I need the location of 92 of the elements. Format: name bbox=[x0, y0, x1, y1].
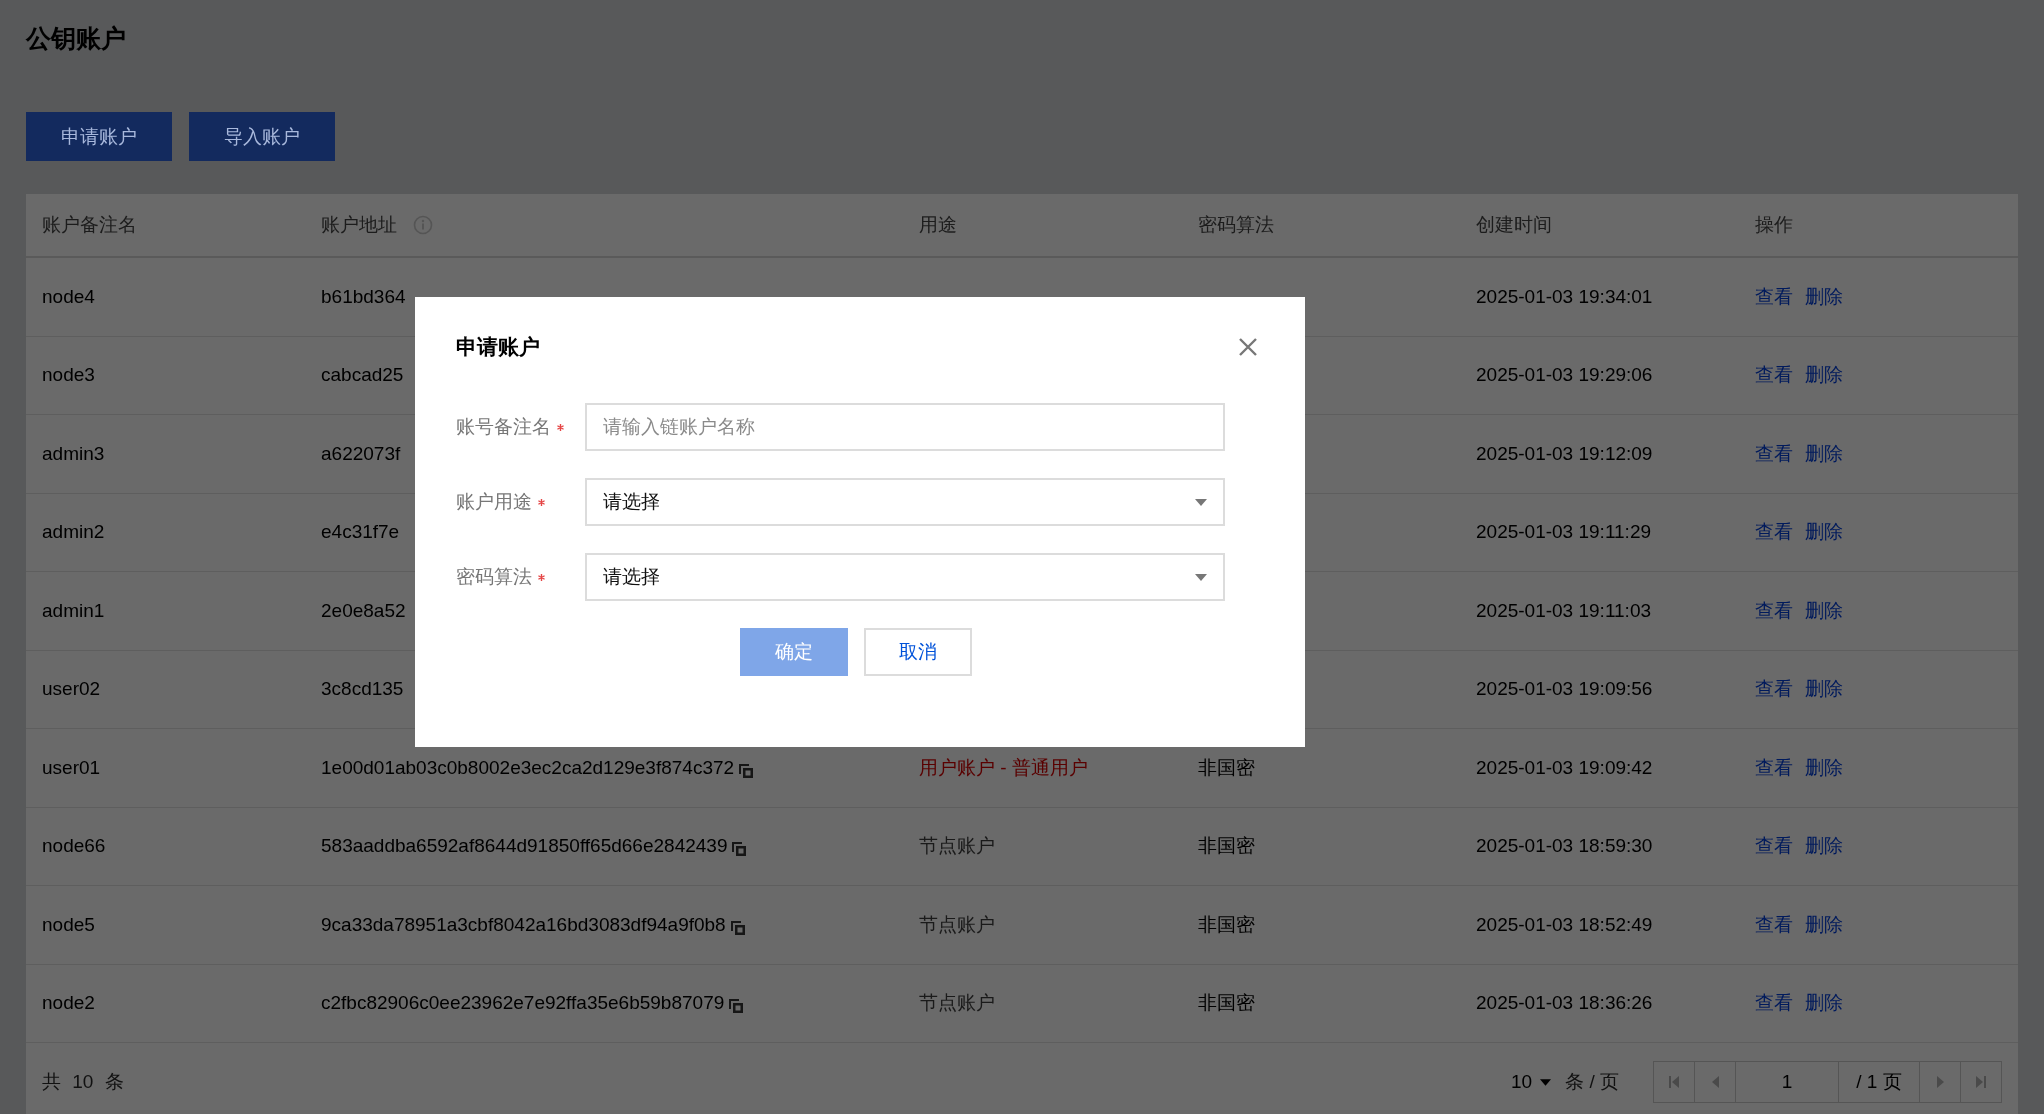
table-cell: 2025-01-03 18:52:49 bbox=[1476, 913, 1653, 936]
action-link[interactable]: 查看 bbox=[1755, 833, 1793, 860]
page-title: 公钥账户 bbox=[26, 23, 126, 54]
table-cell: user02 bbox=[42, 678, 101, 701]
toolbar-button[interactable]: 申请账户 bbox=[26, 112, 172, 161]
table-cell: 2025-01-03 18:59:30 bbox=[1476, 835, 1653, 858]
address-text: c2fbc82906c0ee23962e7e92ffa35e6b59b87079 bbox=[321, 992, 725, 1015]
table-cell-text: 非国密 bbox=[1198, 991, 1255, 1016]
action-link[interactable]: 删除 bbox=[1805, 597, 1843, 624]
column-header: 用途 bbox=[919, 213, 957, 237]
table-cell: user01 bbox=[42, 756, 101, 779]
field-label: 账户用途 bbox=[456, 490, 532, 514]
action-link[interactable]: 查看 bbox=[1755, 676, 1793, 703]
next-page-icon bbox=[1936, 1076, 1944, 1088]
action-link[interactable]: 删除 bbox=[1805, 833, 1843, 860]
copy-icon[interactable] bbox=[731, 841, 748, 858]
action-link[interactable]: 删除 bbox=[1805, 362, 1843, 389]
table-cell: 2025-01-03 19:34:01 bbox=[1476, 285, 1653, 308]
table-cell: node3 bbox=[42, 364, 95, 387]
address-text: cabcad25 bbox=[321, 364, 404, 387]
address-text: 2e0e8a52 bbox=[321, 599, 406, 622]
table-cell-text: 非国密 bbox=[1198, 912, 1255, 937]
field-label: 密码算法 bbox=[456, 565, 532, 589]
first-page-icon bbox=[1669, 1076, 1679, 1088]
table-cell: admin1 bbox=[42, 599, 105, 622]
table-cell: 2025-01-03 19:29:06 bbox=[1476, 364, 1653, 387]
table-cell: node2 bbox=[42, 992, 95, 1015]
address-text: 3c8cd135 bbox=[321, 678, 404, 701]
action-link[interactable]: 删除 bbox=[1805, 911, 1843, 938]
prev-page-icon bbox=[1711, 1076, 1719, 1088]
column-header: 创建时间 bbox=[1476, 213, 1552, 237]
caret-icon bbox=[1540, 1078, 1552, 1086]
address-text: 1e00d01ab03c0b8002e3ec2ca2d129e3f874c372 bbox=[321, 756, 735, 779]
address-text: a622073f bbox=[321, 442, 401, 465]
column-header: 账户备注名 bbox=[42, 213, 137, 237]
table-cell-text: 节点账户 bbox=[919, 991, 995, 1016]
action-link[interactable]: 查看 bbox=[1755, 283, 1793, 310]
table-cell-text: 非国密 bbox=[1198, 755, 1255, 780]
table-cell: 2025-01-03 19:12:09 bbox=[1476, 442, 1653, 465]
copy-icon[interactable] bbox=[738, 762, 755, 779]
toolbar-button[interactable]: 导入账户 bbox=[189, 112, 335, 161]
field-label: 账号备注名 bbox=[456, 415, 551, 439]
action-link[interactable]: 查看 bbox=[1755, 597, 1793, 624]
action-link[interactable]: 删除 bbox=[1805, 990, 1843, 1017]
page-input[interactable]: 1 bbox=[1736, 1062, 1839, 1102]
column-header: 账户地址 bbox=[321, 213, 397, 237]
table-cell: node66 bbox=[42, 835, 106, 858]
caret-icon bbox=[1195, 573, 1207, 581]
table-cell: 2025-01-03 19:11:03 bbox=[1476, 599, 1652, 622]
address-text: 9ca33da78951a3cbf8042a16bd3083df94a9f0b8 bbox=[321, 913, 726, 936]
address-text: 583aaddba6592af8644d91850ff65d66e2842439 bbox=[321, 835, 728, 858]
cancel-button[interactable]: 取消 bbox=[863, 628, 972, 676]
table-cell-text: 非国密 bbox=[1198, 834, 1255, 859]
input-field[interactable]: 请输入链账户名称 bbox=[585, 403, 1225, 451]
table-cell: admin3 bbox=[42, 442, 105, 465]
copy-icon[interactable] bbox=[729, 919, 746, 936]
column-header: 操作 bbox=[1755, 213, 1793, 237]
table-cell-text: 用户账户 - 普通用户 bbox=[919, 755, 1088, 780]
close-icon[interactable] bbox=[1238, 337, 1258, 357]
action-link[interactable]: 查看 bbox=[1755, 519, 1793, 546]
table-cell: 2025-01-03 19:09:56 bbox=[1476, 678, 1653, 701]
total-pages: / 1 页 bbox=[1839, 1062, 1920, 1102]
action-link[interactable]: 删除 bbox=[1805, 754, 1843, 781]
per-page-label: 条 / 页 bbox=[1565, 1070, 1619, 1094]
action-link[interactable]: 删除 bbox=[1805, 283, 1843, 310]
total-count: 共 10 条 bbox=[42, 1070, 124, 1094]
table-cell-text: 节点账户 bbox=[919, 912, 995, 937]
action-link[interactable]: 删除 bbox=[1805, 676, 1843, 703]
action-link[interactable]: 删除 bbox=[1805, 440, 1843, 467]
select-field[interactable]: 请选择 bbox=[585, 478, 1225, 526]
caret-icon bbox=[1195, 498, 1207, 506]
action-link[interactable]: 查看 bbox=[1755, 911, 1793, 938]
action-link[interactable]: 查看 bbox=[1755, 754, 1793, 781]
table-cell: node4 bbox=[42, 285, 95, 308]
table-cell: admin2 bbox=[42, 521, 105, 544]
table-cell-text: 节点账户 bbox=[919, 834, 995, 859]
dialog-title: 申请账户 bbox=[456, 334, 540, 360]
action-link[interactable]: 删除 bbox=[1805, 519, 1843, 546]
address-text: b61bd364 bbox=[321, 285, 406, 308]
table-cell: 2025-01-03 19:09:42 bbox=[1476, 756, 1653, 779]
page-size-select[interactable]: 10 bbox=[1511, 1071, 1552, 1093]
column-header: 密码算法 bbox=[1198, 213, 1274, 237]
table-cell: node5 bbox=[42, 913, 95, 936]
action-link[interactable]: 查看 bbox=[1755, 990, 1793, 1017]
table-cell: 2025-01-03 19:11:29 bbox=[1476, 521, 1652, 544]
table-cell: 2025-01-03 18:36:26 bbox=[1476, 992, 1653, 1015]
action-link[interactable]: 查看 bbox=[1755, 440, 1793, 467]
last-page-icon bbox=[1976, 1076, 1986, 1088]
copy-icon[interactable] bbox=[728, 998, 745, 1015]
action-link[interactable]: 查看 bbox=[1755, 362, 1793, 389]
select-field[interactable]: 请选择 bbox=[585, 553, 1225, 601]
address-text: e4c31f7e bbox=[321, 521, 400, 544]
